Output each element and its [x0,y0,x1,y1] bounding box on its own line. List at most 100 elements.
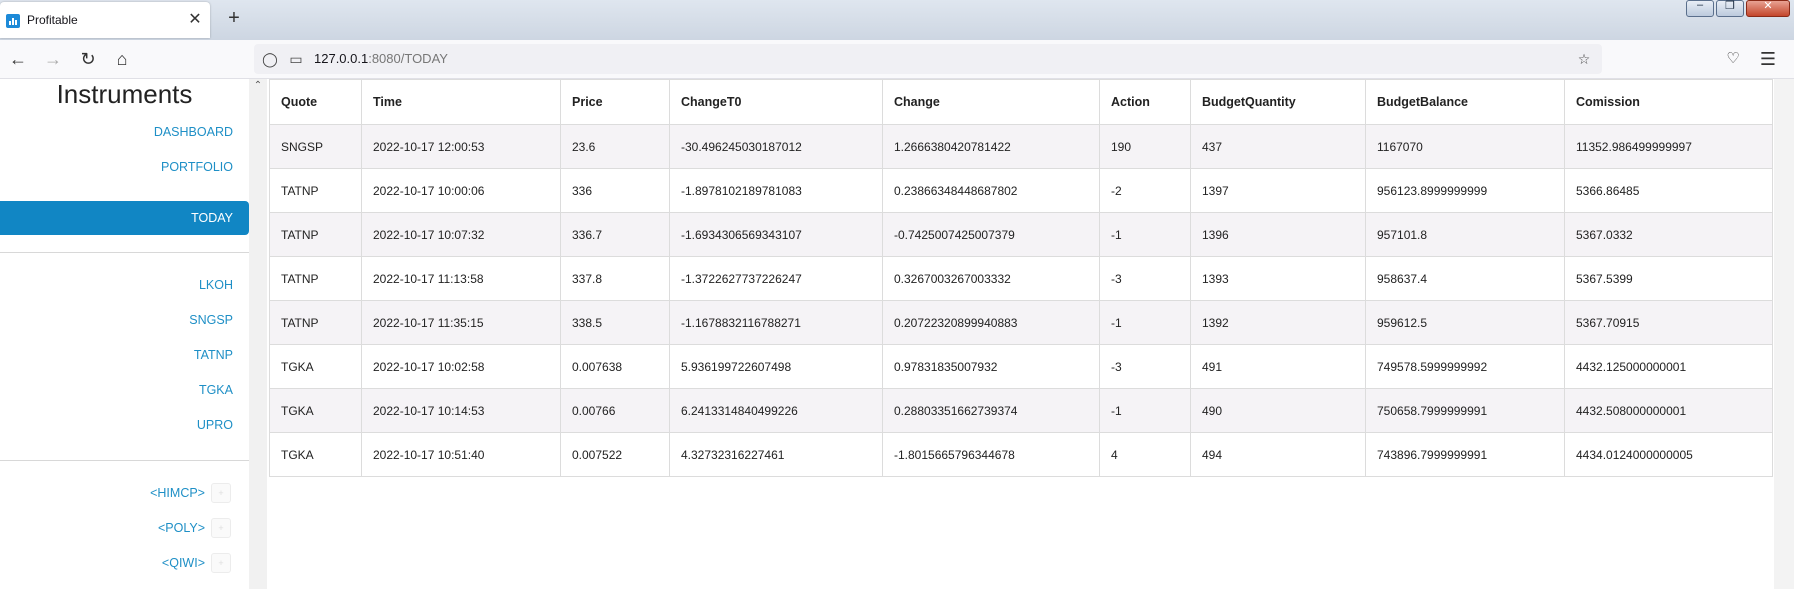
sidebar-item-upro[interactable]: UPRO [0,408,249,442]
sidebar-item-dashboard[interactable]: DASHBOARD [0,115,249,149]
add-himcp-button[interactable]: + [211,483,231,503]
browser-tab[interactable]: Profitable ✕ [0,2,210,38]
sidebar-item-today[interactable]: TODAY [0,201,249,235]
table-cell-budgetbalance: 958637.4 [1365,256,1565,301]
tab-close-icon[interactable]: ✕ [186,8,204,32]
shield-icon[interactable]: ◯ [260,49,280,69]
pocket-icon[interactable]: ♡ [1721,48,1745,70]
table-cell-time: 2022-10-17 10:02:58 [361,344,561,389]
table-cell-price: 0.007638 [560,344,670,389]
column-header-comission[interactable]: Comission [1564,79,1773,125]
table-cell-time: 2022-10-17 11:13:58 [361,256,561,301]
sidebar-extra-qiwi[interactable]: <QIWI> [162,552,205,574]
table-cell-time: 2022-10-17 10:14:53 [361,388,561,433]
add-qiwi-button[interactable]: + [211,553,231,573]
table-cell-changet0: -1.1678832116788271 [669,300,883,345]
column-header-action[interactable]: Action [1099,79,1191,125]
scroll-up-icon[interactable]: ⌃ [251,79,265,93]
restore-button[interactable]: ❐ [1716,0,1744,17]
table-cell-comission: 5367.5399 [1564,256,1773,301]
table-cell-action: -3 [1099,256,1191,301]
sidebar-divider [0,460,249,461]
table-cell-quote: TATNP [269,168,362,213]
table-header-row: Quote Time Price ChangeT0 Change Action Budget… [269,79,1773,125]
table-cell-time: 2022-10-17 10:51:40 [361,432,561,477]
table-cell-budgetbalance: 957101.8 [1365,212,1565,257]
table-cell-time: 2022-10-17 11:35:15 [361,300,561,345]
table-cell-budgetquantity: 437 [1190,124,1366,169]
tab-title: Profitable [27,13,78,27]
sidebar-item-lkoh[interactable]: LKOH [0,268,249,302]
table-cell-budgetquantity: 1392 [1190,300,1366,345]
column-header-time[interactable]: Time [361,79,561,125]
browser-tab-bar: Profitable ✕ + – ❐ ✕ [0,0,1794,40]
sidebar-extra-himcp[interactable]: <HIMCP> [150,482,205,504]
column-header-quote[interactable]: Quote [269,79,362,125]
table-cell-time: 2022-10-17 12:00:53 [361,124,561,169]
chart-icon [6,14,20,28]
table-cell-changet0: 5.936199722607498 [669,344,883,389]
table-cell-change: 0.3267003267003332 [882,256,1100,301]
forward-arrow-icon[interactable]: → [41,48,65,70]
sidebar-extra-poly[interactable]: <POLY> [158,517,205,539]
column-header-price[interactable]: Price [560,79,670,125]
table-cell-comission: 11352.986499999997 [1564,124,1773,169]
add-poly-button[interactable]: + [211,518,231,538]
table-row: TATNP 2022-10-17 10:00:06 336 -1.8978102189… [269,168,1773,213]
table-cell-changet0: 6.2413314840499226 [669,388,883,433]
new-tab-button[interactable]: + [222,6,246,30]
sidebar: Instruments DASHBOARD PORTFOLIO TODAY LK… [0,79,250,589]
table-cell-price: 0.00766 [560,388,670,433]
close-window-button[interactable]: ✕ [1746,0,1790,17]
menu-icon[interactable]: ☰ [1756,48,1780,70]
table-cell-time: 2022-10-17 10:07:32 [361,212,561,257]
minimize-button[interactable]: – [1686,0,1714,17]
table-cell-budgetquantity: 490 [1190,388,1366,433]
table-cell-change: 0.97831835007932 [882,344,1100,389]
close-icon: ✕ [1763,0,1773,12]
table-cell-budgetbalance: 749578.5999999992 [1365,344,1565,389]
table-cell-comission: 5367.70915 [1564,300,1773,345]
back-arrow-icon[interactable]: ← [6,48,30,70]
minimize-icon: – [1696,0,1704,11]
table-cell-quote: TGKA [269,344,362,389]
sidebar-item-portfolio[interactable]: PORTFOLIO [0,150,249,184]
table-cell-budgetquantity: 1397 [1190,168,1366,213]
table-cell-action: -1 [1099,212,1191,257]
table-cell-budgetquantity: 494 [1190,432,1366,477]
table-row: TATNP 2022-10-17 11:35:15 338.5 -1.16788321… [269,300,1773,345]
column-header-changet0[interactable]: ChangeT0 [669,79,883,125]
table-cell-quote: SNGSP [269,124,362,169]
table-cell-changet0: 4.32732316227461 [669,432,883,477]
url-text[interactable]: 127.0.0.1:8080/TODAY [314,51,448,66]
table-cell-comission: 5366.86485 [1564,168,1773,213]
reload-icon[interactable]: ↻ [76,48,100,70]
url-host: 127.0.0.1 [314,51,369,66]
table-cell-change: 0.20722320899940883 [882,300,1100,345]
table-cell-comission: 4432.508000000001 [1564,388,1773,433]
table-cell-budgetbalance: 750658.7999999991 [1365,388,1565,433]
table-cell-changet0: -1.6934306569343107 [669,212,883,257]
table-cell-price: 23.6 [560,124,670,169]
sidebar-item-tatnp[interactable]: TATNP [0,338,249,372]
sidebar-item-sngsp[interactable]: SNGSP [0,303,249,337]
table-body: SNGSP 2022-10-17 12:00:53 23.6 -30.49624503… [269,124,1773,477]
page-icon[interactable]: ▭ [286,49,306,69]
page-scrollbar[interactable] [1774,79,1794,589]
url-bar[interactable]: ◯ ▭ 127.0.0.1:8080/TODAY ☆ [254,44,1602,74]
table-cell-change: 1.2666380420781422 [882,124,1100,169]
table-cell-changet0: -1.3722627737226247 [669,256,883,301]
table-cell-quote: TATNP [269,300,362,345]
home-icon[interactable]: ⌂ [110,48,134,70]
table-row: TGKA 2022-10-17 10:14:53 0.00766 6.24133148… [269,388,1773,433]
column-header-budgetbalance[interactable]: BudgetBalance [1365,79,1565,125]
table-cell-action: 4 [1099,432,1191,477]
table-cell-quote: TATNP [269,256,362,301]
column-header-budgetquantity[interactable]: BudgetQuantity [1190,79,1366,125]
bookmark-star-icon[interactable]: ☆ [1574,49,1594,69]
sidebar-item-tgka[interactable]: TGKA [0,373,249,407]
window-controls: – ❐ ✕ [1684,0,1790,18]
table-cell-price: 0.007522 [560,432,670,477]
column-header-change[interactable]: Change [882,79,1100,125]
table-cell-action: -3 [1099,344,1191,389]
